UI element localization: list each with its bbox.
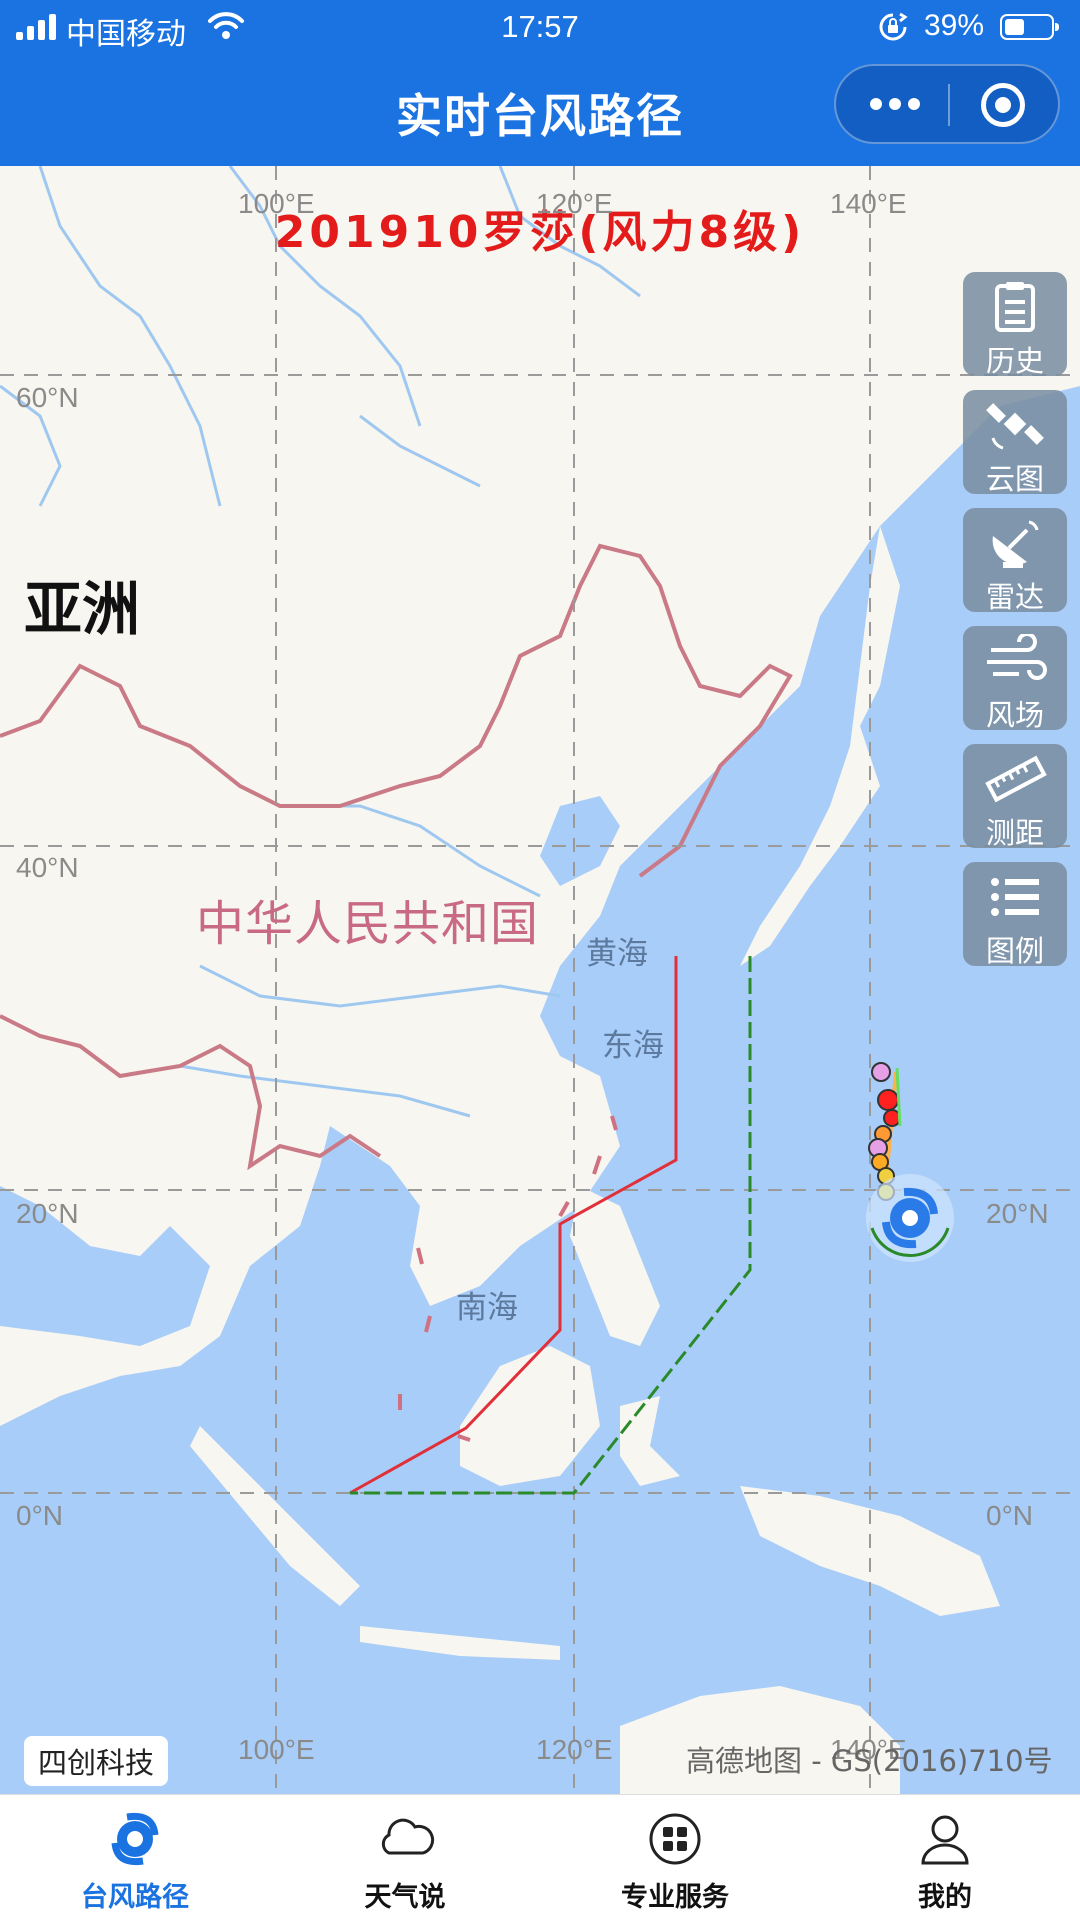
map-canvas (0, 166, 1080, 1794)
mini-program-capsule (834, 64, 1060, 144)
list-icon (991, 878, 1039, 916)
capsule-divider (948, 84, 950, 126)
measure-label: 测距 (985, 816, 1044, 850)
typhoon-marker (866, 1174, 954, 1262)
cloud-image-label: 云图 (985, 462, 1044, 496)
tab-pro-service[interactable]: 专业服务 (540, 1795, 810, 1921)
status-bar: 中国移动 17:57 39% (0, 0, 1080, 56)
measure-button[interactable]: 测距 (963, 744, 1067, 850)
clock: 17:57 (501, 9, 579, 44)
satellite-icon (986, 403, 1044, 450)
typhoon-map[interactable]: 201910罗莎(风力8级) 100°E 120°E 140°E 60°N 40… (0, 166, 1080, 1794)
rotation-lock-icon (879, 12, 908, 41)
tab-typhoon-path[interactable]: 台风路径 (0, 1795, 270, 1921)
cloud-image-button[interactable]: 云图 (963, 390, 1067, 496)
radar-label: 雷达 (985, 580, 1044, 614)
tab-label: 台风路径 (81, 1882, 189, 1913)
history-button[interactable]: 历史 (963, 272, 1067, 378)
wind-field-button[interactable]: 风场 (963, 626, 1067, 732)
ruler-icon (985, 755, 1047, 803)
battery-percent: 39% (924, 9, 985, 42)
sea-label-east: 东海 (602, 1028, 664, 1064)
tab-label: 天气说 (364, 1882, 446, 1913)
tab-label: 专业服务 (621, 1882, 729, 1913)
bohai-sea (540, 796, 620, 886)
region-label-asia: 亚洲 (24, 575, 141, 643)
lat-label-20n-right: 20°N (986, 1198, 1049, 1229)
region-label-china: 中华人民共和国 (196, 896, 540, 952)
lat-label-0n-right: 0°N (986, 1500, 1033, 1531)
nav-bar: 实时台风路径 (0, 56, 1080, 166)
lat-label-60n: 60°N (16, 382, 79, 413)
tab-weather-talk[interactable]: 天气说 (270, 1795, 540, 1921)
lat-label-20n: 20°N (16, 1198, 79, 1229)
wind-icon (987, 634, 1047, 680)
legend-button[interactable]: 图例 (963, 862, 1067, 968)
history-label: 历史 (985, 344, 1044, 378)
more-icon[interactable] (870, 92, 920, 116)
battery-icon (1000, 14, 1059, 40)
taiwan-land (584, 1096, 606, 1166)
sea-label-yellow: 黄海 (586, 936, 648, 972)
radar-button[interactable]: 雷达 (963, 508, 1067, 614)
user-icon (921, 1815, 969, 1865)
lon-label-100e-top: 100°E (238, 188, 315, 219)
wind-field-label: 风场 (985, 698, 1044, 732)
cloud-icon (381, 1818, 435, 1855)
lat-label-0n: 0°N (16, 1500, 63, 1531)
tab-mine[interactable]: 我的 (810, 1795, 1080, 1921)
tab-label: 我的 (918, 1882, 972, 1913)
brand-badge: 四创科技 (24, 1736, 169, 1786)
lon-label-100e-bottom: 100°E (238, 1734, 315, 1765)
lon-label-120e-top: 120°E (536, 188, 613, 219)
clipboard-icon (995, 282, 1035, 332)
map-attribution: 高德地图 - GS(2016)710号 (686, 1744, 1053, 1778)
grid-apps-icon (649, 1813, 701, 1865)
legend-label: 图例 (985, 934, 1044, 968)
lon-label-140e-top: 140°E (830, 188, 907, 219)
tab-bar: 台风路径 天气说 专业服务 我的 (0, 1794, 1080, 1921)
sea-label-south: 南海 (456, 1290, 518, 1326)
close-target-icon[interactable] (981, 83, 1025, 127)
typhoon-icon (111, 1812, 159, 1866)
lon-label-120e-bottom: 120°E (536, 1734, 613, 1765)
radar-dish-icon (992, 520, 1039, 568)
lat-label-40n: 40°N (16, 852, 79, 883)
